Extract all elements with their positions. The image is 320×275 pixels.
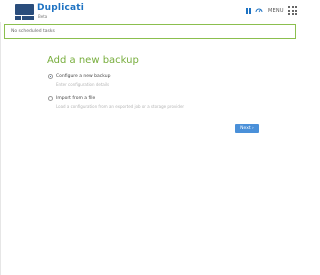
next-button[interactable]: Next ›	[235, 124, 259, 133]
app-subtitle: Beta	[38, 14, 48, 19]
menu-label[interactable]: MENU	[268, 8, 284, 14]
divider	[0, 22, 1, 275]
page-title: Add a new backup	[47, 55, 139, 66]
app-name: Duplicati	[37, 3, 85, 13]
status-text: No scheduled tasks	[11, 29, 55, 34]
pause-icon[interactable]	[246, 8, 251, 14]
app-header: Duplicati Beta MENU	[0, 0, 300, 22]
import-from-file-description: Load a configuration from an exported jo…	[56, 104, 185, 109]
duplicati-logo[interactable]	[15, 4, 34, 20]
import-from-file-label[interactable]: Import from a file	[56, 96, 95, 101]
configure-new-backup-radio[interactable]	[48, 74, 53, 79]
configure-new-backup-label[interactable]: Configure a new backup	[56, 74, 110, 79]
status-bar: No scheduled tasks	[4, 24, 296, 39]
import-from-file-radio[interactable]	[48, 96, 53, 101]
configure-new-backup-description: Enter configuration details	[56, 82, 110, 87]
menu-grid-icon[interactable]	[288, 6, 297, 15]
throttle-icon[interactable]	[255, 7, 263, 13]
